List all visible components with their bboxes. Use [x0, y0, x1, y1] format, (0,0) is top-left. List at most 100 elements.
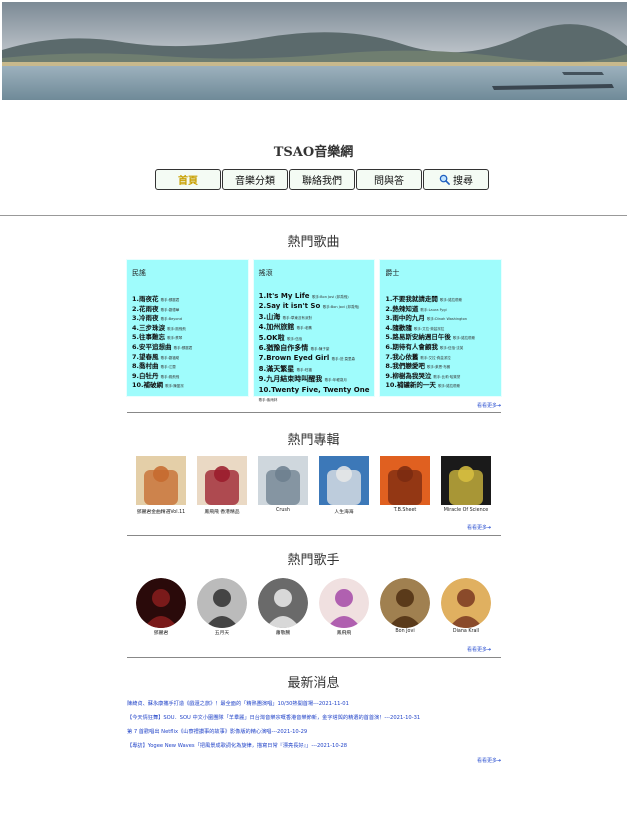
album-cover-image[interactable]	[380, 456, 430, 505]
nav-faq-button[interactable]: 問與答	[356, 169, 422, 190]
song-title[interactable]: 3.冷雨夜	[132, 314, 159, 322]
album-card[interactable]: T.B.Sheet	[380, 456, 430, 515]
song-title[interactable]: 9.柳樹為我哭泣	[385, 372, 431, 380]
artists-more-link[interactable]: 看看更多➔	[467, 646, 491, 653]
news-more-link[interactable]: 看看更多➔	[477, 757, 501, 764]
song-item[interactable]: 4.加州旅館 歌手:老鷹	[259, 323, 371, 333]
song-title[interactable]: 4.隨歡隨	[385, 324, 412, 332]
song-item[interactable]: 6.期待有人會顧我 歌手:伍佰·沈英	[385, 343, 497, 353]
song-item[interactable]: 1.不要我就請走開 歌手:諾拉瓊斯	[385, 295, 497, 305]
song-title[interactable]: 8.滿天繁星	[259, 365, 295, 373]
song-item[interactable]: 6.猶豫自作多情 歌手:陳子豪	[259, 344, 371, 354]
song-item[interactable]: 6.安平追想曲 歌手:鄧麗君	[132, 343, 244, 353]
nav-contact-button[interactable]: 聯絡我們	[289, 169, 355, 190]
song-item[interactable]: 2.熱辣知道 歌手:Laura Fygi	[385, 305, 497, 315]
news-item[interactable]: 第 7 首歡唱出 Netflix《山寮禮讚事的故事》影像版的精心演唱---202…	[127, 728, 420, 742]
song-item[interactable]: 3.雨中的九月 歌手:Dinah Washington	[385, 314, 497, 324]
song-title[interactable]: 7.我心依舊	[385, 353, 418, 361]
artist-photo[interactable]	[380, 578, 430, 628]
song-title[interactable]: 6.猶豫自作多情	[259, 344, 309, 352]
artist-photo[interactable]	[197, 578, 247, 628]
song-title[interactable]: 2.花雨夜	[132, 305, 159, 313]
news-item[interactable]: 【今天情狂舞】SOU．SOU 中文小圍團隊「羊羣麗」日台灣音樂宗嘅香港音樂節新，…	[127, 714, 420, 728]
song-title[interactable]: 1.不要我就請走開	[385, 295, 438, 303]
news-item[interactable]: 陳綺貞、蘇永康攜手打造《戲還之旅》！最全面的「精熟團演唱」10/30熱開首場--…	[127, 700, 420, 714]
artist-photo[interactable]	[258, 578, 308, 628]
song-item[interactable]: 10.Twenty Five, Twenty One 歌手:紫雨林	[259, 386, 371, 406]
song-title[interactable]: 5.OK啦	[259, 334, 285, 342]
song-title[interactable]: 6.期待有人會顧我	[385, 343, 438, 351]
song-title[interactable]: 10.補罐新的一天	[385, 381, 436, 389]
song-item[interactable]: 3.山海 歌手:草東沒有派對	[259, 313, 371, 323]
album-cover-image[interactable]	[136, 456, 186, 505]
song-item[interactable]: 4.三步珠淚 歌手:鳳飛飛	[132, 324, 244, 334]
artist-card[interactable]: 蕭敬騰	[258, 578, 308, 636]
artist-photo[interactable]	[319, 578, 369, 628]
song-item[interactable]: 5.往事難忘 歌手:蔡琴	[132, 333, 244, 343]
album-card[interactable]: Crush	[258, 456, 308, 515]
album-card[interactable]: 鳳飛飛 香港精品	[197, 456, 247, 515]
artist-card[interactable]: Bon Jovi	[380, 578, 430, 636]
artist-card[interactable]: 鄧麗君	[136, 578, 186, 636]
song-item[interactable]: 7.Brown Eyed Girl 歌手:范·莫里森	[259, 354, 371, 364]
song-title[interactable]: 6.安平追想曲	[132, 343, 172, 351]
song-item[interactable]: 7.望春風 歌手:劉福助	[132, 353, 244, 363]
song-title[interactable]: 7.望春風	[132, 353, 159, 361]
song-item[interactable]: 5.路易斯安納週日午後 歌手:諾拉瓊斯	[385, 333, 497, 343]
nav-music-category-button[interactable]: 音樂分類	[222, 169, 288, 190]
song-title[interactable]: 4.三步珠淚	[132, 324, 165, 332]
song-item[interactable]: 9.白牡丹 歌手:鳳飛飛	[132, 372, 244, 382]
song-item[interactable]: 4.隨歡隨 歌手:艾拉·費茲潔拉	[385, 324, 497, 334]
song-item[interactable]: 5.OK啦 歌手:伍佰	[259, 334, 371, 344]
song-item[interactable]: 1.It's My Life 歌手:Bon Jovi (邦喬飛)	[259, 292, 371, 302]
album-card[interactable]: 人生海海	[319, 456, 369, 515]
song-item[interactable]: 8.滿天繁星 歌手:旺福	[259, 365, 371, 375]
song-title[interactable]: 2.Say it isn't So	[259, 302, 321, 310]
song-item[interactable]: 2.Say it isn't So 歌手:Bon Jovi (邦喬飛)	[259, 302, 371, 312]
song-title[interactable]: 8.喬村曲	[132, 362, 159, 370]
song-item[interactable]: 10.補破網 歌手:陳盈潔	[132, 381, 244, 391]
song-item[interactable]: 9.九月結束時叫醒我 歌手:年輕歲月	[259, 375, 371, 385]
song-item[interactable]: 2.花雨夜 歌手:劉德華	[132, 305, 244, 315]
nav-home-button[interactable]: 首頁	[155, 169, 221, 190]
song-artist: 歌手:伍佰	[287, 336, 303, 341]
song-item[interactable]: 8.我們戀愛吧 歌手:萊恩·布朗	[385, 362, 497, 372]
nav-search-button[interactable]: 搜尋	[423, 169, 489, 190]
album-cover-image[interactable]	[197, 456, 247, 505]
song-title[interactable]: 10.補破網	[132, 381, 163, 389]
album-cover-image[interactable]	[319, 456, 369, 505]
song-title[interactable]: 1.雨夜花	[132, 295, 159, 303]
song-title[interactable]: 9.九月結束時叫醒我	[259, 375, 323, 383]
albums-more-link[interactable]: 看看更多➔	[467, 524, 491, 531]
news-item[interactable]: 【專訪】Yogee New Waves「把風景成歌詞化為旋律，描寫日常『漂亮長好…	[127, 742, 420, 756]
artist-card[interactable]: 鳳飛飛	[319, 578, 369, 636]
rock-song-list: 1.It's My Life 歌手:Bon Jovi (邦喬飛) 2.Say it…	[259, 292, 371, 405]
song-title[interactable]: 3.雨中的九月	[385, 314, 425, 322]
artist-photo[interactable]	[441, 578, 491, 628]
song-item[interactable]: 8.喬村曲 歌手:江蕙	[132, 362, 244, 372]
song-title[interactable]: 4.加州旅館	[259, 323, 295, 331]
song-title[interactable]: 9.白牡丹	[132, 372, 159, 380]
song-item[interactable]: 10.補罐新的一天 歌手:諾拉瓊斯	[385, 381, 497, 391]
artist-card[interactable]: Diana Krall	[441, 578, 491, 636]
song-item[interactable]: 3.冷雨夜 歌手:Beyond	[132, 314, 244, 324]
song-title[interactable]: 5.路易斯安納週日午後	[385, 333, 451, 341]
album-cover-image[interactable]	[258, 456, 308, 505]
song-title[interactable]: 5.往事難忘	[132, 333, 165, 341]
album-cover-image[interactable]	[441, 456, 491, 505]
song-title[interactable]: 10.Twenty Five, Twenty One	[259, 386, 370, 394]
album-card[interactable]: 鄧麗君金曲精選Vol.11	[136, 456, 186, 515]
artist-photo[interactable]	[136, 578, 186, 628]
artist-card[interactable]: 五月天	[197, 578, 247, 636]
song-title[interactable]: 1.It's My Life	[259, 292, 310, 300]
song-artist: 歌手:鄧麗君	[160, 298, 180, 302]
song-item[interactable]: 9.柳樹為我哭泣 歌手:比莉·哈樂黛	[385, 372, 497, 382]
album-card[interactable]: Miracle Of Science	[441, 456, 491, 515]
song-title[interactable]: 2.熱辣知道	[385, 305, 418, 313]
song-title[interactable]: 7.Brown Eyed Girl	[259, 354, 330, 362]
song-item[interactable]: 1.雨夜花 歌手:鄧麗君	[132, 295, 244, 305]
song-title[interactable]: 3.山海	[259, 313, 281, 321]
song-title[interactable]: 8.我們戀愛吧	[385, 362, 425, 370]
song-item[interactable]: 7.我心依舊 歌手:艾拉·費茲潔拉	[385, 353, 497, 363]
songs-more-link[interactable]: 看看更多➔	[477, 402, 501, 409]
